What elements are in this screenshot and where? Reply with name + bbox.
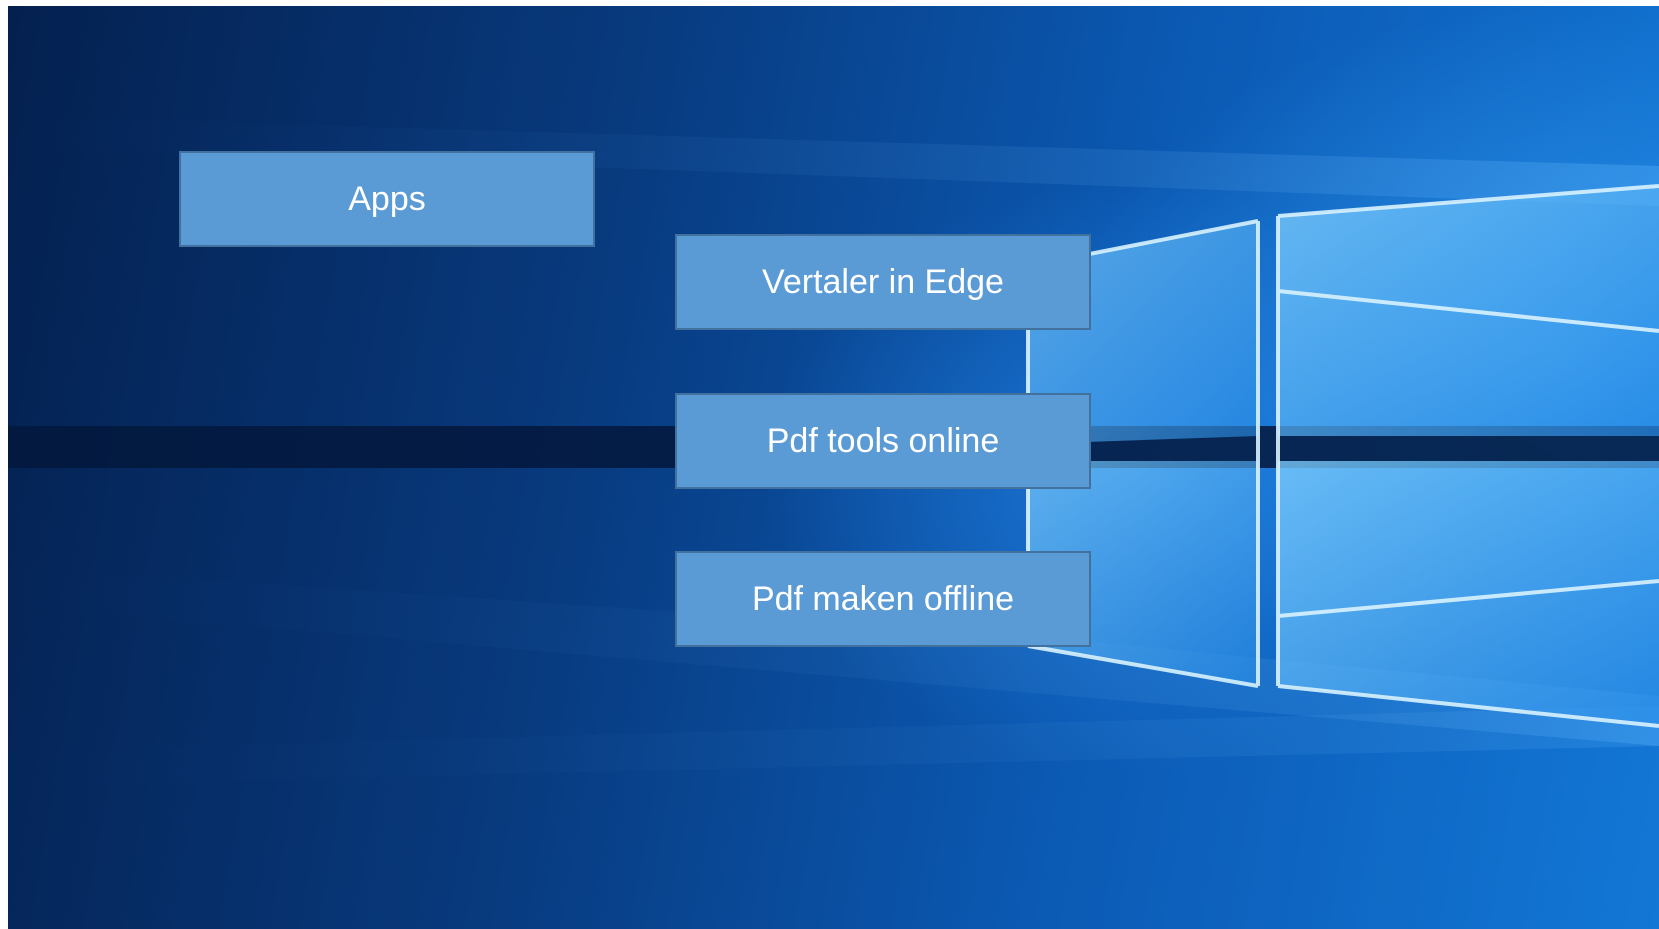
slide: Apps Vertaler in Edge Pdf tools online P…	[8, 6, 1659, 929]
pdf-tools-online-tile[interactable]: Pdf tools online	[675, 393, 1091, 489]
apps-label: Apps	[348, 179, 426, 218]
vertaler-in-edge-tile[interactable]: Vertaler in Edge	[675, 234, 1091, 330]
pdf-maken-offline-tile[interactable]: Pdf maken offline	[675, 551, 1091, 647]
vertaler-in-edge-label: Vertaler in Edge	[762, 262, 1004, 301]
pdf-tools-online-label: Pdf tools online	[766, 421, 1000, 460]
apps-tile[interactable]: Apps	[179, 151, 595, 247]
pdf-maken-offline-label: Pdf maken offline	[751, 579, 1015, 618]
